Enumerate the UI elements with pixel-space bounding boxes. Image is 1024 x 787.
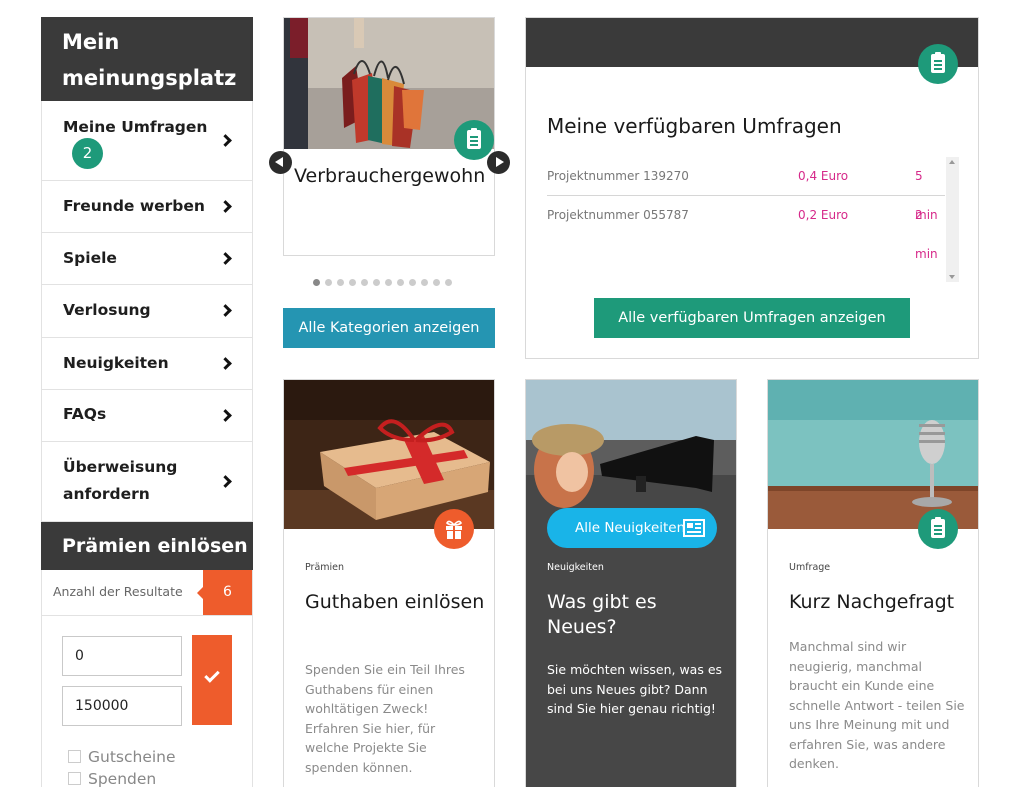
newspaper-icon [683,519,705,537]
card-title: Was gibt es Neues? [547,591,657,638]
card-title: Guthaben einlösen [305,591,485,613]
survey-row[interactable]: Projektnummer 055787 0,2 Euro 2 min [547,196,945,261]
sidebar-item-meine-umfragen[interactable]: Meine Umfragen 2 [41,101,253,181]
gift-icon [446,520,462,539]
microphone-image [768,380,978,529]
slider-dot[interactable] [325,279,332,286]
chevron-right-icon [219,134,232,147]
news-card[interactable]: Alle Neuigkeiten Neuigkeiten Was gibt es… [525,379,737,787]
survey-payout: 0,2 Euro [798,208,849,222]
news-button-label: Alle Neuigkeiten [575,520,686,536]
slider-dot[interactable] [421,279,428,286]
card-category: Umfrage [789,562,831,573]
apply-filter-button[interactable] [192,635,232,725]
surveys-badge [918,44,958,84]
all-categories-button[interactable]: Alle Kategorien anzeigen [283,308,495,348]
sidebar-item-ueberweisung[interactable]: Überweisung anfordern [41,442,253,522]
gift-box-image [284,380,494,529]
slider-dot[interactable] [313,279,320,286]
checkbox-box[interactable] [68,771,81,785]
sidebar-item-spiele[interactable]: Spiele [41,233,253,285]
sidebar-title: Mein meinungsplatz [41,17,253,101]
megaphone-image [526,380,736,529]
value-filter: Gutscheine Spenden [41,616,253,787]
chevron-right-icon [219,357,232,370]
card-text: Sie möchten wissen, was es bei uns Neues… [547,662,723,716]
sidebar-item-label: Verlosung [63,301,151,319]
survey-category-badge [454,120,494,160]
survey-count-badge: 2 [72,138,103,169]
chevron-right-icon [219,475,232,488]
clipboard-icon [467,128,481,149]
slider-dot[interactable] [433,279,440,286]
card-text: Spenden Sie ein Teil Ihres Guthabens für… [305,662,465,775]
chevron-right-icon [219,409,232,422]
slider-dot[interactable] [349,279,356,286]
sidebar-item-faqs[interactable]: FAQs [41,390,253,442]
sidebar-item-neuigkeiten[interactable]: Neuigkeiten [41,338,253,390]
card-title: Kurz Nachgefragt [789,591,955,613]
results-label: Anzahl der Resultate [53,584,183,599]
sidebar-item-verlosung[interactable]: Verlosung [41,285,253,338]
check-icon [204,667,220,683]
checkbox-label: Spenden [88,770,157,787]
checkbox-box[interactable] [68,749,81,763]
slider-pagination[interactable] [313,271,457,290]
survey-row[interactable]: Projektnummer 139270 0,4 Euro 5 min [547,157,945,222]
available-surveys-panel: Meine verfügbaren Umfragen Projektnummer… [525,17,979,359]
arrow-left-icon[interactable] [269,151,292,174]
sidebar-item-label: Überweisung anfordern [63,458,178,503]
sidebar-item-label: FAQs [63,405,107,423]
clipboard-icon [931,517,945,538]
sidebar-item-label: Spiele [63,249,117,267]
checkbox-spenden[interactable]: Spenden [68,770,156,787]
results-count: 6 [197,570,252,615]
slider-dot[interactable] [337,279,344,286]
card-text: Manchmal sind wir neugierig, manchmal br… [789,639,965,771]
sidebar-item-label: Freunde werben [63,197,205,215]
survey-badge [918,509,958,549]
slider-dot[interactable] [385,279,392,286]
clipboard-icon [931,52,945,73]
survey-duration: 2 min [915,208,938,261]
category-title: Verbrauchergewohn [294,165,486,187]
chevron-right-icon [219,200,232,213]
max-value-input[interactable] [62,686,182,726]
checkbox-label: Gutscheine [88,748,176,766]
card-category: Neuigkeiten [547,562,604,573]
rewards-badge [434,509,474,549]
survey-project: Projektnummer 139270 [547,169,689,183]
sidebar-item-label: Meine Umfragen [63,118,208,136]
slider-dot[interactable] [409,279,416,286]
slider-dot[interactable] [445,279,452,286]
chevron-right-icon [219,304,232,317]
card-category: Prämien [305,562,345,573]
arrow-right-icon[interactable] [487,151,510,174]
rewards-card[interactable]: Prämien Guthaben einlösen Spenden Sie ei… [283,379,495,787]
rewards-title: Prämien einlösen [41,522,253,570]
surveys-title: Meine verfügbaren Umfragen [547,114,842,138]
category-slider-card[interactable]: Verbrauchergewohn [283,17,495,256]
slider-dot[interactable] [397,279,404,286]
min-value-input[interactable] [62,636,182,676]
slider-dot[interactable] [361,279,368,286]
survey-payout: 0,4 Euro [798,169,849,183]
all-surveys-button[interactable]: Alle verfügbaren Umfragen anzeigen [594,298,910,338]
survey-card[interactable]: Umfrage Kurz Nachgefragt Manchmal sind w… [767,379,979,787]
surveys-scrollbar[interactable] [946,157,959,282]
sidebar-item-label: Neuigkeiten [63,354,169,372]
survey-project: Projektnummer 055787 [547,208,689,222]
all-news-button[interactable]: Alle Neuigkeiten [547,508,717,548]
results-count-row: Anzahl der Resultate 6 [41,570,253,616]
panel-header-bar [526,18,978,67]
sidebar-item-freunde-werben[interactable]: Freunde werben [41,181,253,233]
slider-dot[interactable] [373,279,380,286]
chevron-right-icon [219,252,232,265]
checkbox-gutscheine[interactable]: Gutscheine [68,748,176,766]
